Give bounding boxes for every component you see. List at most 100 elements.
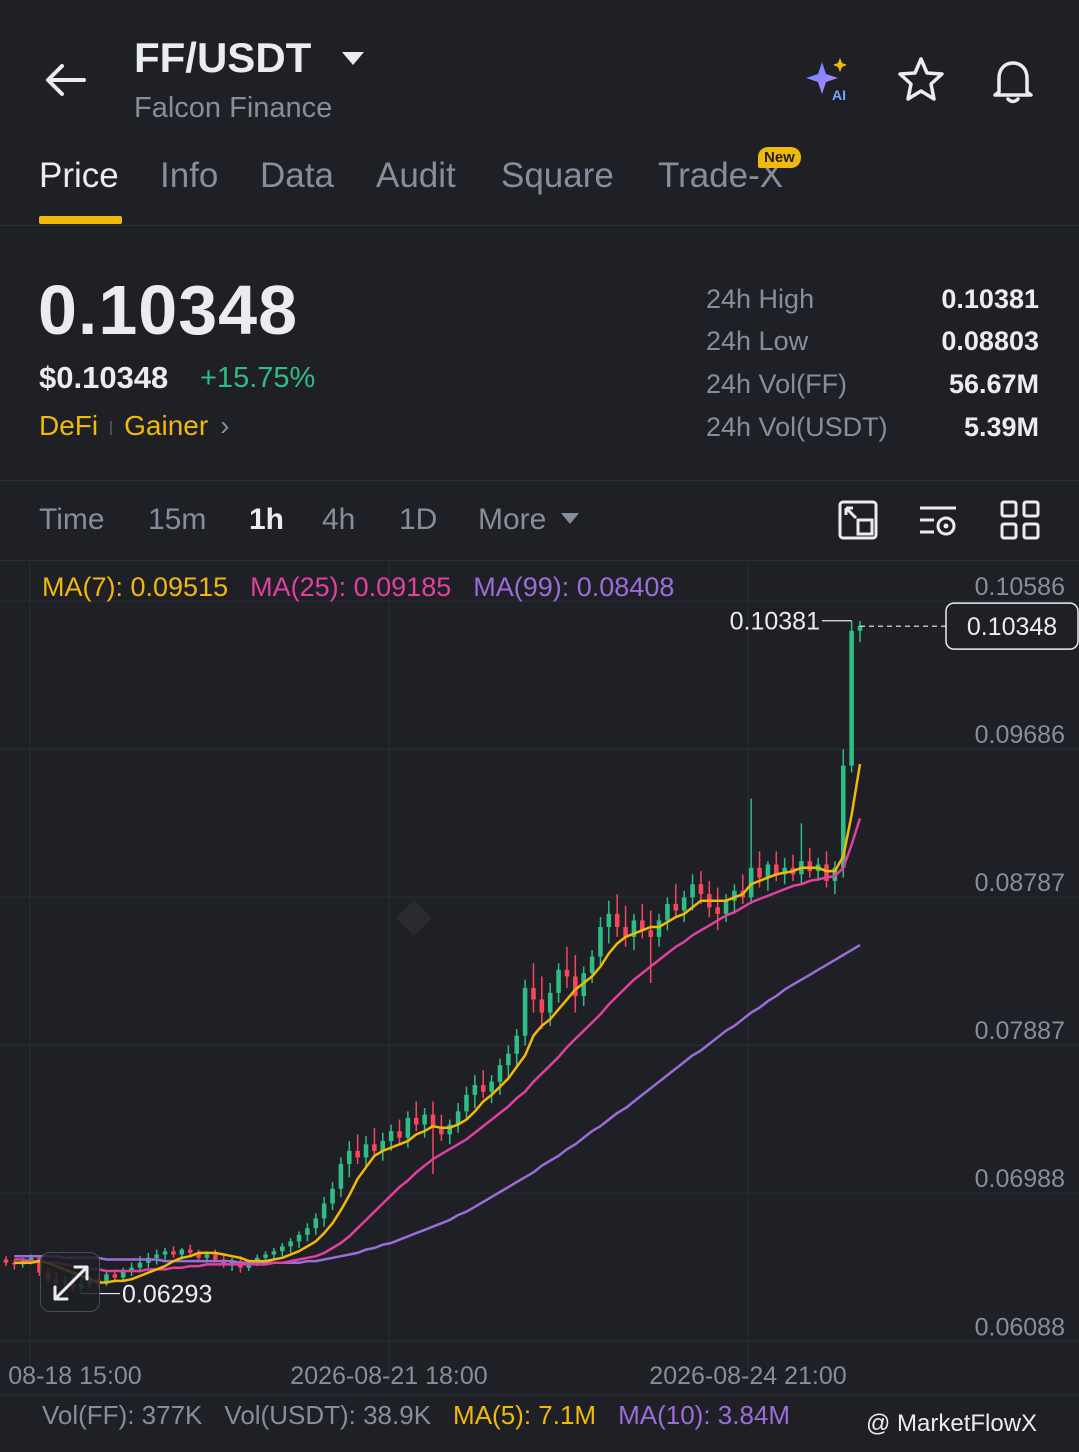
more-caret-icon[interactable] — [560, 512, 580, 526]
y-tick-label: 0.09686 — [975, 721, 1065, 749]
high-marker-label: 0.10381 — [730, 608, 820, 636]
candle-body — [506, 1053, 511, 1066]
y-tick-label: 0.06988 — [975, 1165, 1065, 1193]
candle-body — [665, 903, 670, 921]
candle-body — [162, 1251, 168, 1255]
y-tick-label: 0.07887 — [975, 1017, 1065, 1045]
candle-body — [280, 1246, 285, 1252]
active-tab-indicator — [39, 216, 122, 224]
candle-body — [305, 1228, 310, 1235]
token-name: Falcon Finance — [134, 92, 333, 124]
last-price: 0.10348 — [38, 271, 299, 349]
chevron-right-icon[interactable]: › — [220, 410, 229, 441]
ma-legend: MA(7): 0.09515 MA(25): 0.09185 MA(99): 0.0… — [42, 572, 696, 603]
expand-chart-button[interactable] — [40, 1252, 100, 1312]
candle-body — [112, 1274, 118, 1278]
new-badge: New — [758, 147, 801, 168]
candle-body — [656, 920, 662, 937]
stat-value-high: 0.10381 — [941, 284, 1039, 314]
grid-layout-icon[interactable] — [998, 498, 1042, 542]
ma99-value: MA(99): 0.08408 — [473, 572, 675, 602]
stat-value-vol-ff: 56.67M — [948, 369, 1039, 399]
candle-body — [514, 1035, 520, 1054]
candle-body — [480, 1085, 486, 1092]
tag-separator — [110, 420, 113, 435]
candle-body — [556, 969, 561, 993]
stat-label-vol-usdt: 24h Vol(USDT) — [706, 412, 888, 442]
candle-body — [137, 1262, 143, 1268]
tag-row[interactable]: DeFi Gainer › — [39, 410, 230, 442]
tag-gainer[interactable]: Gainer — [124, 410, 208, 441]
candle-body — [564, 969, 570, 977]
candle-body — [187, 1249, 193, 1253]
candle-body — [154, 1254, 159, 1258]
candle-body — [372, 1144, 377, 1151]
svg-text:AI: AI — [832, 87, 846, 103]
star-icon[interactable] — [895, 54, 947, 106]
indicator-settings-icon[interactable] — [916, 498, 960, 542]
tab-square[interactable]: Square — [501, 156, 614, 196]
tab-info[interactable]: Info — [160, 156, 218, 196]
tf-15m[interactable]: 15m — [148, 503, 206, 537]
tf-1h[interactable]: 1h — [249, 503, 284, 537]
candle-body — [179, 1249, 185, 1255]
candle-body — [715, 907, 720, 914]
candle-body — [355, 1150, 360, 1158]
candle-body — [489, 1081, 494, 1092]
candle-body — [723, 900, 729, 914]
candlestick-chart[interactable]: 0.10586 0.09686 0.08787 0.07887 0.06988 0.060… — [0, 560, 1079, 1452]
ma7-line — [14, 763, 862, 1284]
volume-legend: Vol(FF): 377K Vol(USDT): 38.9K MA(5): 7.1M… — [42, 1400, 812, 1431]
current-price-label: 0.10348 — [967, 613, 1057, 641]
low-marker-label: 0.06293 — [122, 1281, 212, 1309]
candle-body — [849, 630, 854, 766]
candle-body — [472, 1085, 478, 1095]
tf-4h[interactable]: 4h — [322, 503, 355, 537]
y-tick-label: 0.10586 — [975, 573, 1065, 601]
tf-1d[interactable]: 1D — [399, 503, 437, 537]
back-arrow-icon[interactable] — [40, 54, 92, 106]
price-change: +15.75% — [200, 362, 316, 394]
watermark-credit: @ MarketFlowX — [866, 1410, 1038, 1437]
candle-body — [497, 1065, 503, 1082]
candle-body — [204, 1254, 210, 1258]
tab-bar: Price Info Data Audit Square Trade-X New — [0, 147, 1079, 226]
candle-body — [464, 1094, 469, 1112]
bell-icon[interactable] — [987, 54, 1039, 106]
tab-price[interactable]: Price — [39, 156, 119, 196]
candle-body — [388, 1131, 394, 1141]
candle-body — [296, 1234, 302, 1242]
chart-fullscreen-icon[interactable] — [836, 498, 880, 542]
pair-title[interactable]: FF/USDT — [134, 34, 311, 82]
candle-body — [405, 1117, 411, 1138]
tab-data[interactable]: Data — [260, 156, 334, 196]
candle-body — [539, 999, 545, 1013]
candle-body — [313, 1218, 319, 1229]
candle-body — [263, 1254, 268, 1258]
candle-body — [547, 992, 553, 1013]
tab-audit[interactable]: Audit — [376, 156, 456, 196]
stat-value-low: 0.08803 — [941, 326, 1039, 356]
tf-more[interactable]: More — [478, 503, 546, 537]
stat-label-vol-ff: 24h Vol(FF) — [706, 369, 848, 399]
ma99-line — [14, 944, 861, 1265]
candle-body — [681, 897, 687, 911]
tag-defi[interactable]: DeFi — [39, 410, 98, 441]
caret-down-icon[interactable] — [340, 50, 366, 68]
stat-label-low: 24h Low — [706, 326, 809, 356]
candle-body — [213, 1254, 218, 1260]
y-tick-label: 0.08787 — [975, 869, 1065, 897]
exchange-logo-watermark-icon — [396, 900, 432, 936]
candle-body — [614, 913, 620, 928]
candle-body — [589, 956, 595, 974]
tf-time[interactable]: Time — [39, 503, 105, 537]
candle-body — [757, 867, 762, 878]
x-tick-label: 2026-08-24 21:00 — [649, 1362, 846, 1390]
ma25-value: MA(25): 0.09185 — [250, 572, 452, 602]
ai-sparkle-icon[interactable]: AI — [802, 54, 854, 106]
ma25-line — [14, 818, 862, 1273]
candle-body — [3, 1259, 9, 1263]
candle-body — [598, 927, 603, 957]
x-tick-label: 08-18 15:00 — [8, 1362, 141, 1390]
candle-body — [673, 903, 679, 911]
